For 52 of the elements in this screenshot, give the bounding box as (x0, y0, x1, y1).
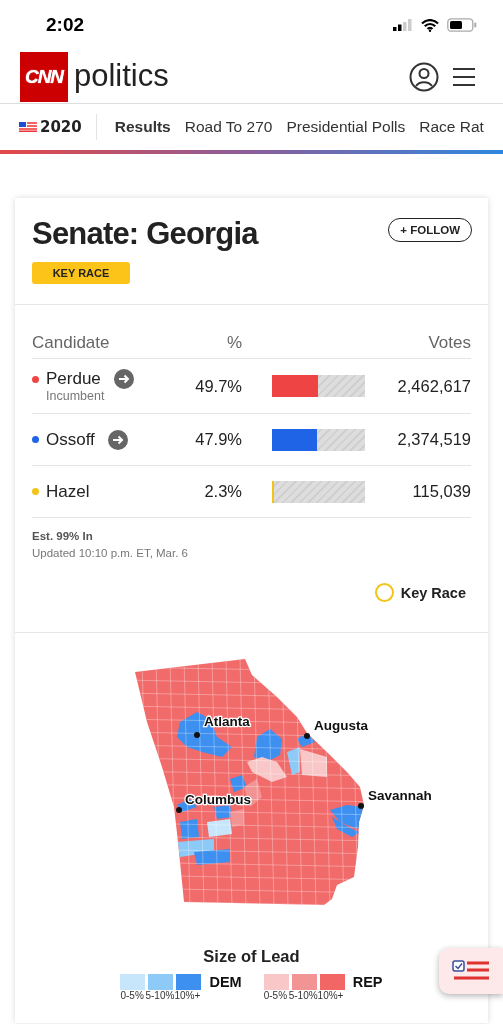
key-race-ring-icon (374, 583, 394, 602)
flag-icon (19, 122, 37, 132)
vote-count: 2,374,519 (396, 430, 471, 449)
candidate-name: Perdue (46, 369, 101, 389)
section-title: politics (74, 59, 169, 95)
party-label: REP (352, 974, 383, 990)
reporting-status: Est. 99% In (32, 530, 94, 542)
logo[interactable]: CNN (20, 51, 68, 102)
nav-tab[interactable]: Presidential Polls (286, 118, 406, 136)
city-marker (193, 732, 200, 738)
city-label: Savannah (367, 788, 432, 803)
legend-range: 5-10% (288, 990, 318, 1001)
race-title: Senate: Georgia (32, 216, 258, 252)
legend-range: 0-5% (120, 990, 145, 1001)
column-header: % (225, 333, 242, 353)
nav-tab[interactable]: Results (114, 118, 171, 136)
legend-range: 10%+ (317, 990, 344, 1001)
candidate-name: Hazel (46, 481, 90, 502)
candidate-note: Incumbent (46, 389, 106, 403)
legend-range: 10%+ (174, 990, 201, 1001)
nav-tab[interactable]: Road To 270 (184, 118, 273, 136)
key-race-tag: KEY RACE (32, 262, 130, 284)
legend-title: Size of Lead (203, 947, 300, 966)
legend-label: Key Race (400, 584, 466, 601)
edition-label[interactable]: 2020 (40, 118, 82, 136)
checklist-icon (452, 960, 490, 982)
updated-time: Updated 10:10 p.m. ET, Mar. 6 (32, 547, 189, 559)
vote-count: 2,462,617 (396, 376, 471, 396)
city-marker (303, 733, 310, 739)
vote-count: 115,039 (411, 482, 471, 501)
party-label: DEM (209, 974, 242, 990)
vote-percent: 47.9% (194, 430, 242, 449)
signal-icon (393, 19, 413, 31)
vote-percent: 2.3% (203, 482, 242, 501)
legend-range: 5-10% (145, 990, 175, 1001)
battery-icon (447, 18, 477, 32)
city-marker (175, 807, 182, 813)
wifi-icon (421, 18, 439, 32)
city-label: Augusta (313, 718, 368, 733)
candidate-name: Ossoff (46, 429, 95, 450)
clock-time: 2:02 (46, 14, 85, 36)
ballot-button[interactable] (439, 948, 503, 994)
menu-icon[interactable] (453, 66, 475, 87)
nav-tab[interactable]: Race Rat (419, 118, 484, 136)
follow-button[interactable]: + FOLLOW (388, 218, 472, 242)
column-header: Candidate (32, 333, 111, 353)
city-label: Columbus (184, 792, 251, 807)
vote-percent: 49.7% (194, 376, 242, 396)
account-icon[interactable] (409, 61, 439, 92)
legend-range: 0-5% (263, 990, 289, 1001)
city-marker (357, 803, 364, 809)
column-header: Votes (427, 333, 471, 353)
